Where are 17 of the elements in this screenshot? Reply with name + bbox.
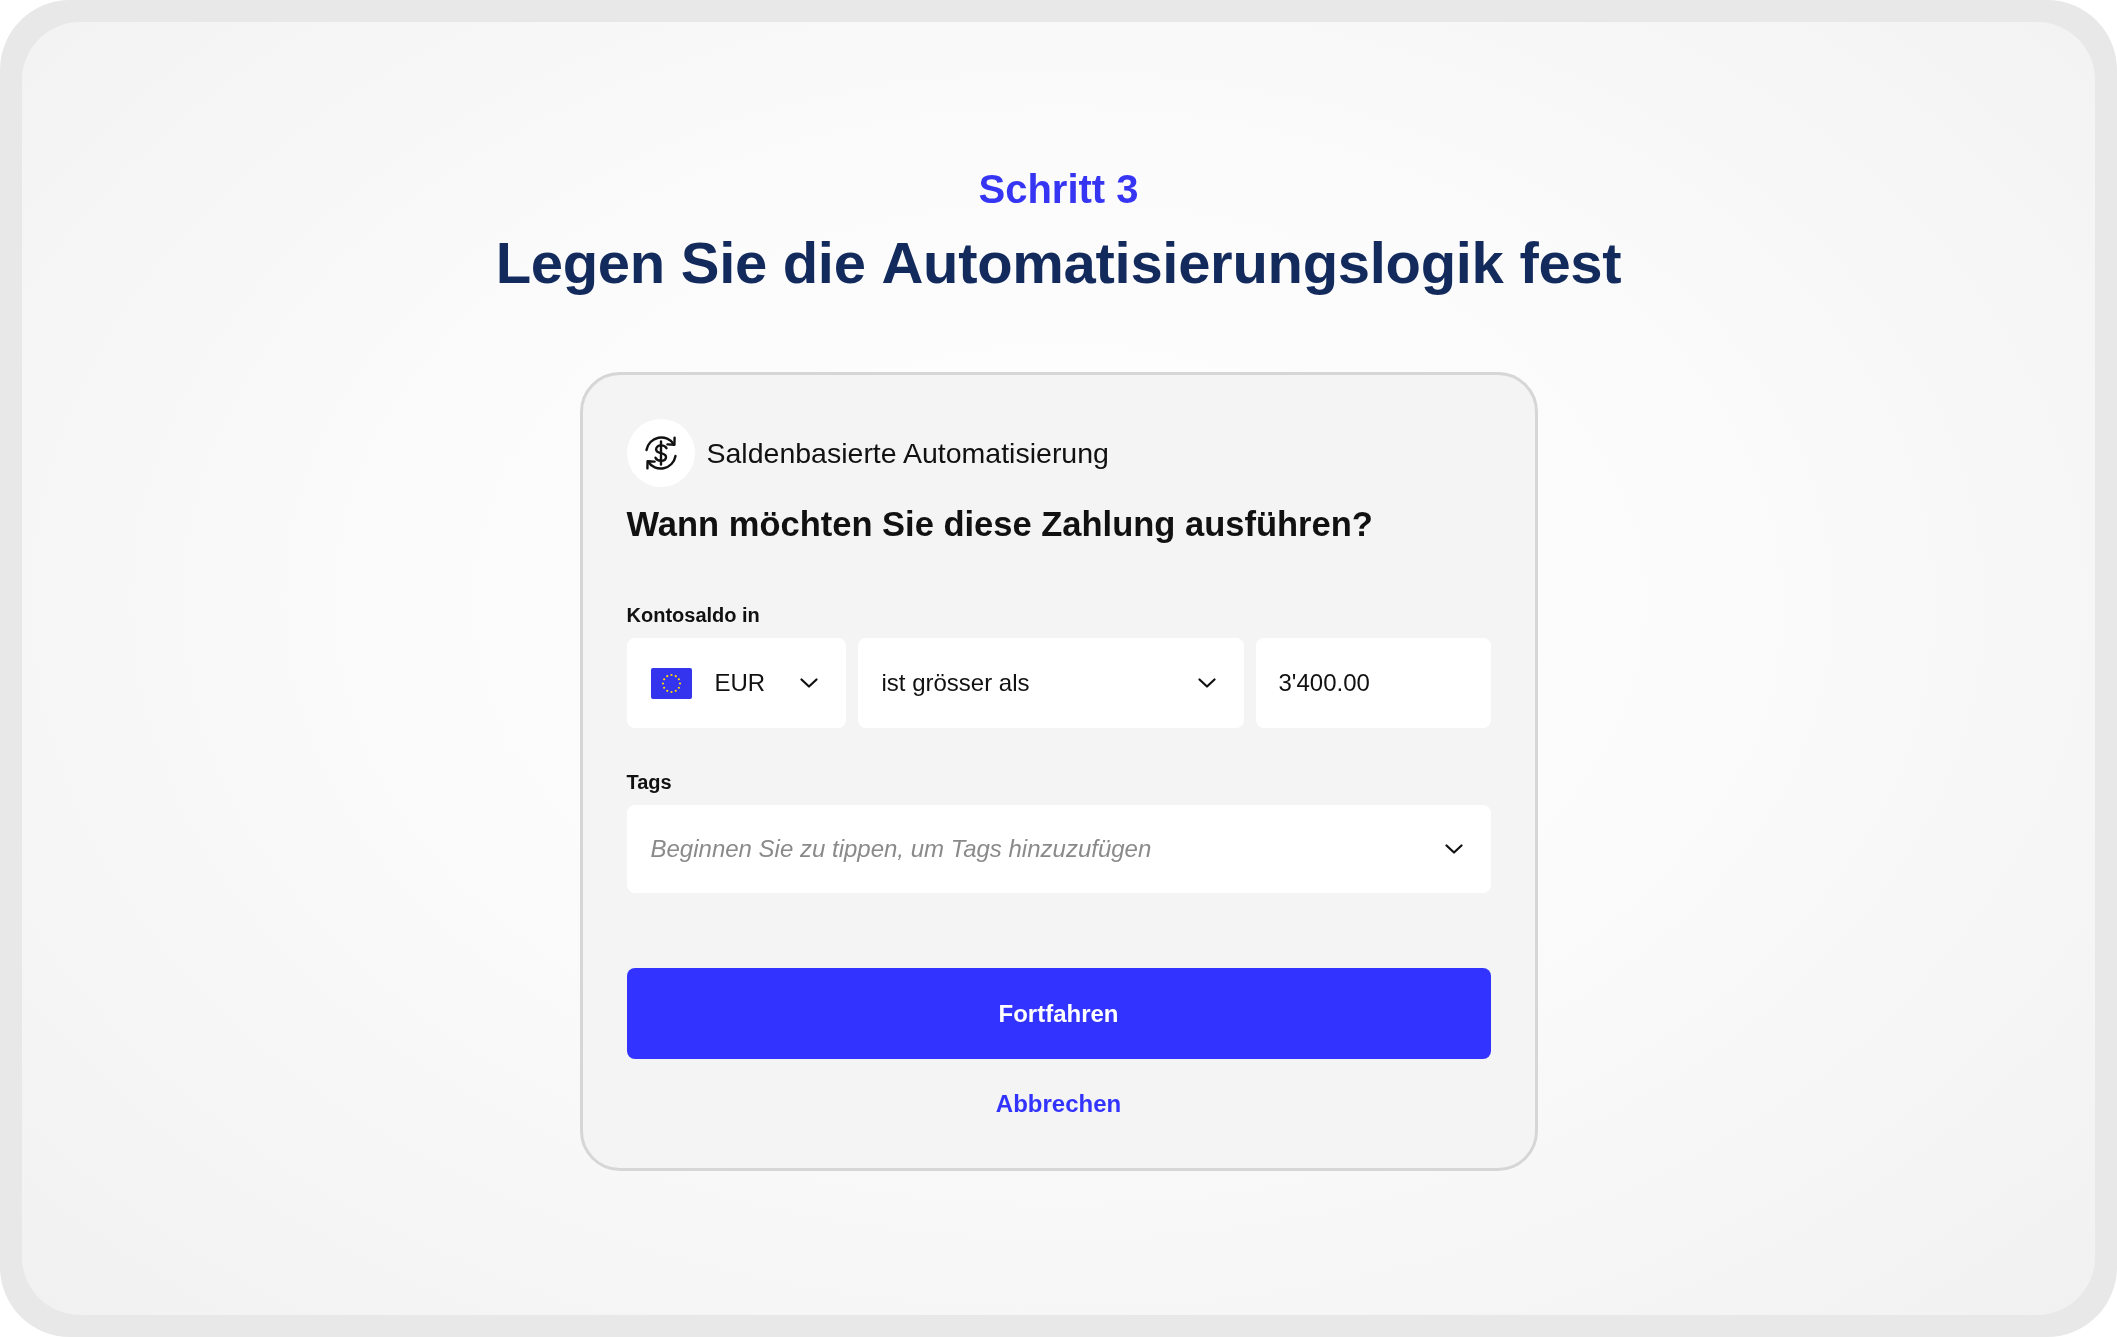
operator-select[interactable]: ist grösser als: [857, 638, 1244, 728]
flag-icon: [650, 667, 692, 699]
chevron-down-icon: [1197, 678, 1216, 688]
currency-select[interactable]: EUR: [626, 638, 846, 728]
chevron-down-icon: [1444, 844, 1463, 854]
page-title: Legen Sie die Automatisierungslogik fest: [495, 229, 1622, 297]
balance-label: Kontosaldo in: [626, 603, 760, 627]
continue-button[interactable]: Fortfahren: [626, 968, 1491, 1059]
currency-refresh-icon: [626, 419, 695, 487]
amount-field[interactable]: 3'400.00: [1255, 638, 1491, 728]
cancel-link[interactable]: Abbrechen: [995, 1089, 1122, 1118]
step-label: Schritt 3: [978, 166, 1139, 213]
tags-field[interactable]: Beginnen Sie zu tippen, um Tags hinzuzufügen: [626, 805, 1491, 893]
question-heading: Wann möchten Sie diese Zahlung ausführen?: [626, 504, 1374, 545]
chevron-down-icon: [799, 678, 818, 688]
tags-label: Tags: [626, 770, 672, 794]
automation-type-label: Saldenbasierte Automatisierung: [706, 436, 1109, 470]
